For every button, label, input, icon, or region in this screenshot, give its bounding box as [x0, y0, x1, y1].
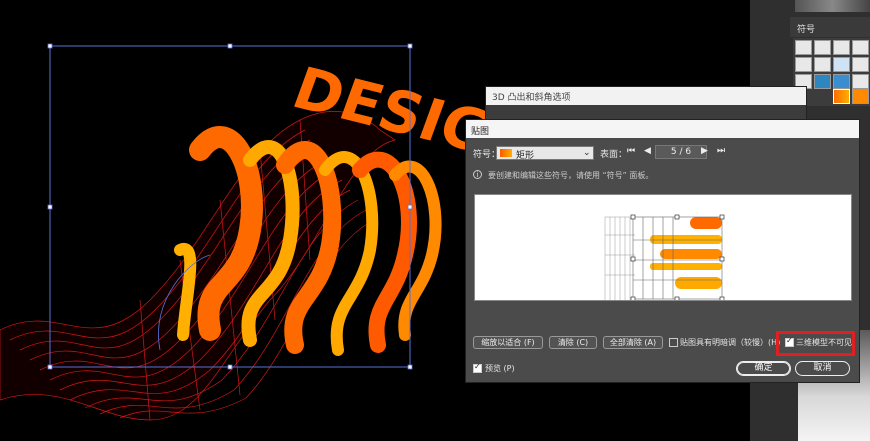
symbol-thumb[interactable]: [852, 40, 869, 55]
extrude-dialog-title: 3D 凸出和斜角选项: [492, 93, 571, 103]
symbol-thumb[interactable]: [795, 40, 812, 55]
symbol-thumb[interactable]: [814, 40, 831, 55]
shade-artwork-checkbox[interactable]: [669, 338, 678, 347]
symbol-thumb[interactable]: [833, 40, 850, 55]
scale-to-fit-button[interactable]: 缩放以适合 (F): [473, 336, 543, 349]
last-page-icon[interactable]: ⏭: [717, 146, 725, 156]
map-dialog-title: 贴图: [471, 127, 490, 137]
symbol-thumb[interactable]: [833, 57, 850, 72]
map-preview-area[interactable]: [474, 194, 852, 303]
shade-artwork-label[interactable]: 贴图具有明暗调（较慢）(H): [680, 337, 780, 348]
info-text: 要创建和编辑这些符号，请使用 “符号” 面板。: [488, 171, 654, 180]
ok-button[interactable]: 确定: [736, 361, 791, 376]
map-art-dialog: 贴图 符号： 矩形 ⌄ 表面： ⏮ ◀ 5 / 6 ▶ ⏭ i 要创建和编辑这些…: [465, 119, 860, 383]
preview-label[interactable]: 预览 (P): [485, 363, 515, 374]
preview-checkbox[interactable]: [473, 362, 482, 373]
symbol-thumb-selected[interactable]: [833, 89, 850, 104]
chevron-down-icon: ⌄: [583, 148, 591, 158]
prev-page-icon[interactable]: ◀: [644, 146, 651, 156]
next-page-icon[interactable]: ▶: [701, 146, 708, 156]
invisible-geometry-label[interactable]: 三维模型不可见: [796, 337, 852, 348]
surface-preview: [604, 214, 725, 303]
surface-page-indicator[interactable]: 5 / 6: [655, 145, 707, 159]
clear-all-button[interactable]: 全部清除 (A): [603, 336, 663, 349]
map-dialog-titlebar[interactable]: [466, 120, 859, 138]
info-icon: i: [473, 170, 482, 179]
symbol-thumb[interactable]: [795, 57, 812, 72]
symbol-thumb[interactable]: [852, 89, 869, 104]
symbols-panel-title[interactable]: 符号: [797, 22, 815, 35]
symbol-thumb[interactable]: [814, 74, 831, 89]
symbol-thumb[interactable]: [852, 74, 869, 89]
symbol-thumb[interactable]: [833, 74, 850, 89]
first-page-icon[interactable]: ⏮: [627, 146, 635, 156]
symbol-dropdown-value: 矩形: [516, 151, 535, 161]
surface-label: 表面：: [600, 150, 628, 160]
symbol-thumb[interactable]: [814, 57, 831, 72]
symbol-swatch-icon: [500, 149, 512, 157]
invisible-geometry-checkbox[interactable]: [785, 336, 794, 347]
cancel-button[interactable]: 取消: [795, 361, 850, 376]
clear-button[interactable]: 清除 (C): [549, 336, 597, 349]
symbol-thumb[interactable]: [852, 57, 869, 72]
symbol-dropdown[interactable]: 矩形 ⌄: [496, 146, 594, 161]
color-spectrum[interactable]: [795, 0, 870, 12]
